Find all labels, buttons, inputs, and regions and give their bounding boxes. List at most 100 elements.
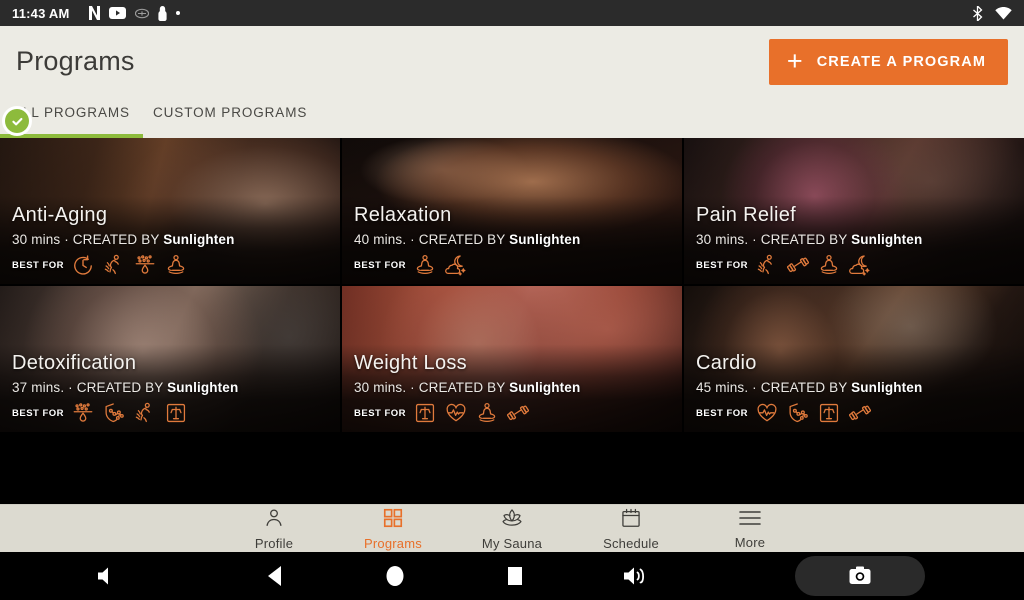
program-duration: 40 mins.: [354, 232, 407, 247]
lotus-icon: [500, 507, 524, 534]
muscle-recovery-icon: [134, 402, 156, 424]
program-author: Sunlighten: [163, 232, 235, 247]
best-for-row: BEST FOR: [696, 254, 1020, 276]
program-card[interactable]: Weight Loss 30 mins. · CREATED BY Sunlig…: [342, 286, 682, 432]
relaxation-lotus-icon: [476, 402, 498, 424]
weight-scale-icon: [165, 402, 187, 424]
program-card-title: Cardio: [696, 352, 757, 374]
person-icon: [263, 507, 285, 534]
page-title: Programs: [16, 46, 135, 76]
program-card-grid: Anti-Aging 30 mins · CREATED BY Sunlight…: [0, 138, 1024, 504]
android-navigation-bar: [0, 552, 1024, 600]
program-card[interactable]: Anti-Aging 30 mins · CREATED BY Sunlight…: [0, 138, 340, 284]
muscle-recovery-icon: [756, 254, 778, 276]
recents-icon[interactable]: [455, 552, 575, 600]
best-for-row: BEST FOR: [354, 402, 674, 424]
screen-root: 11:43 AM Programs + CREATE A PROGRAM ALL…: [0, 0, 1024, 600]
program-card-meta: 30 mins. · CREATED BY Sunlighten: [354, 380, 674, 395]
tab-all-programs[interactable]: ALL PROGRAMS: [0, 102, 143, 138]
meta-separator: ·: [64, 232, 73, 247]
bluetooth-icon: [972, 3, 983, 23]
created-by-label: CREATED BY: [72, 232, 160, 247]
dumbbell-icon: [787, 254, 810, 276]
best-for-label: BEST FOR: [354, 407, 407, 419]
muscle-recovery-icon: [103, 254, 125, 276]
bottom-nav-item-programs[interactable]: Programs: [334, 507, 453, 551]
heart-rate-icon: [445, 402, 467, 424]
benefit-icon-list: [72, 402, 187, 424]
volume-up-icon[interactable]: [575, 552, 695, 600]
program-author: Sunlighten: [851, 380, 923, 395]
best-for-row: BEST FOR: [12, 254, 332, 276]
sleep-moon-icon: [445, 254, 467, 276]
best-for-row: BEST FOR: [12, 402, 332, 424]
home-icon[interactable]: [335, 552, 455, 600]
program-card[interactable]: Pain Relief 30 mins. · CREATED BY Sunlig…: [684, 138, 1024, 284]
hamburger-icon: [738, 508, 762, 533]
dot-icon: [176, 11, 181, 15]
screenshot-icon[interactable]: [794, 556, 925, 596]
benefit-icon-list: [414, 402, 530, 424]
benefit-icon-list: [756, 254, 871, 276]
calendar-icon: [620, 507, 642, 534]
bottom-nav-label: More: [734, 534, 766, 550]
bottom-nav-item-my-sauna[interactable]: My Sauna: [453, 507, 572, 551]
program-card-meta: 40 mins. · CREATED BY Sunlighten: [354, 232, 674, 247]
program-card-info: Pain Relief 30 mins. · CREATED BY Sunlig…: [696, 204, 1020, 276]
program-card[interactable]: Cardio 45 mins. · CREATED BY Sunlighten …: [684, 286, 1024, 432]
program-duration: 30 mins: [12, 232, 61, 247]
meta-separator: ·: [752, 380, 761, 395]
meta-separator: ·: [410, 380, 419, 395]
bottom-nav-item-profile[interactable]: Profile: [215, 507, 334, 551]
program-card[interactable]: Detoxification 37 mins. · CREATED BY Sun…: [0, 286, 340, 432]
program-author: Sunlighten: [509, 380, 581, 395]
created-by-label: CREATED BY: [760, 232, 848, 247]
bottom-nav-label: Profile: [254, 535, 294, 551]
program-card-info: Weight Loss 30 mins. · CREATED BY Sunlig…: [354, 352, 674, 424]
program-card-info: Relaxation 40 mins. · CREATED BY Sunligh…: [354, 204, 674, 276]
created-by-label: CREATED BY: [418, 232, 506, 247]
status-bar-notification-icons: [89, 5, 181, 21]
program-author: Sunlighten: [509, 232, 581, 247]
netflix-icon: [89, 6, 101, 20]
bottom-nav-label: Programs: [364, 535, 422, 551]
bottom-nav-item-schedule[interactable]: Schedule: [572, 507, 691, 551]
bottom-nav-item-more[interactable]: More: [691, 508, 810, 550]
create-a-program-button[interactable]: + CREATE A PROGRAM: [768, 39, 1008, 85]
best-for-row: BEST FOR: [696, 402, 1020, 424]
program-duration: 37 mins.: [12, 380, 65, 395]
created-by-label: CREATED BY: [760, 380, 848, 395]
program-card-title: Anti-Aging: [12, 204, 108, 226]
program-card-title: Pain Relief: [696, 204, 797, 226]
program-card-meta: 30 mins. · CREATED BY Sunlighten: [696, 232, 1020, 247]
program-card[interactable]: Relaxation 40 mins. · CREATED BY Sunligh…: [342, 138, 682, 284]
weight-scale-icon: [818, 402, 840, 424]
program-card-title: Detoxification: [12, 352, 137, 374]
detox-droplet-icon: [134, 254, 156, 276]
grid-icon: [382, 507, 404, 534]
program-card-meta: 30 mins · CREATED BY Sunlighten: [12, 232, 332, 247]
dumbbell-icon: [849, 402, 872, 424]
plus-icon: +: [786, 45, 803, 76]
anti-aging-clock-icon: [72, 254, 94, 276]
best-for-label: BEST FOR: [354, 259, 407, 271]
meta-separator: ·: [410, 232, 419, 247]
relaxation-lotus-icon: [414, 254, 436, 276]
program-card-info: Detoxification 37 mins. · CREATED BY Sun…: [12, 352, 332, 424]
status-bar-clock: 11:43 AM: [12, 5, 70, 21]
back-icon[interactable]: [215, 552, 335, 600]
best-for-label: BEST FOR: [696, 407, 749, 419]
status-bar-system-icons: [972, 3, 1012, 23]
create-a-program-label: CREATE A PROGRAM: [816, 54, 986, 70]
volume-down-icon[interactable]: [0, 552, 215, 600]
created-by-label: CREATED BY: [418, 380, 506, 395]
benefit-icon-list: [72, 254, 187, 276]
program-author: Sunlighten: [167, 380, 239, 395]
dumbbell-icon: [507, 402, 530, 424]
tab-custom-programs[interactable]: CUSTOM PROGRAMS: [143, 102, 323, 138]
benefit-icon-list: [414, 254, 467, 276]
best-for-label: BEST FOR: [696, 259, 749, 271]
meta-separator: ·: [752, 232, 761, 247]
bottom-nav-label: My Sauna: [481, 535, 543, 551]
tab-custom-programs-label: CUSTOM PROGRAMS: [153, 105, 308, 120]
